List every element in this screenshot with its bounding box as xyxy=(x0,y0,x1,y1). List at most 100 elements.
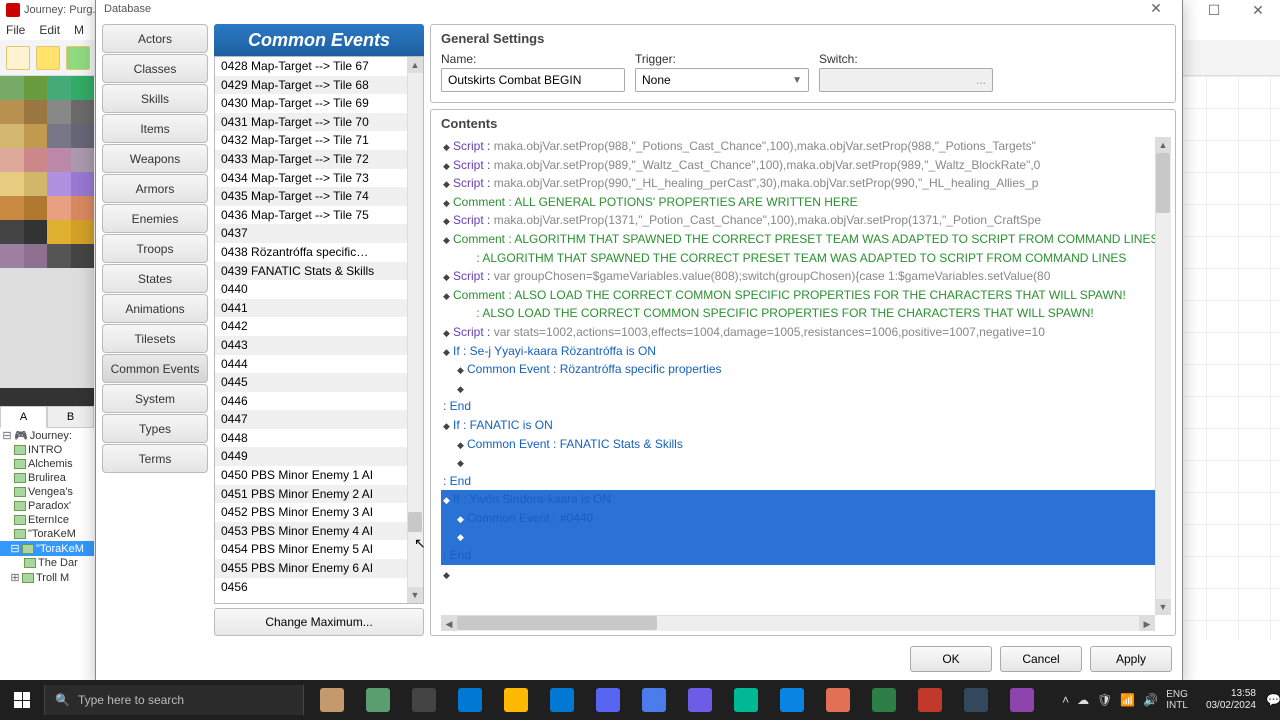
layer-tab-b[interactable]: B xyxy=(47,406,94,428)
list-item[interactable]: 0432 Map-Target --> Tile 71 xyxy=(215,131,407,150)
toolbar-btn-1[interactable] xyxy=(6,46,30,70)
scroll-left-icon[interactable]: ◀ xyxy=(441,616,457,631)
switch-select[interactable]: ... xyxy=(819,68,993,92)
scroll-up-icon[interactable]: ▲ xyxy=(1155,137,1171,153)
code-line[interactable]: ◆ xyxy=(441,565,1155,584)
name-input[interactable] xyxy=(441,68,625,92)
taskbar-app[interactable] xyxy=(1000,680,1044,720)
list-item[interactable]: 0455 PBS Minor Enemy 6 AI xyxy=(215,559,407,578)
tray-security-icon[interactable]: 🛡 xyxy=(1097,693,1112,707)
category-tab-types[interactable]: Types xyxy=(102,414,208,443)
code-line[interactable]: ◆ xyxy=(441,453,1155,472)
list-item[interactable]: 0451 PBS Minor Enemy 2 AI xyxy=(215,485,407,504)
menu-edit[interactable]: Edit xyxy=(39,23,60,37)
code-line[interactable]: ◆ xyxy=(441,379,1155,398)
code-line[interactable]: : End xyxy=(441,472,1155,491)
cancel-button[interactable]: Cancel xyxy=(1000,646,1082,672)
toolbar-btn-2[interactable] xyxy=(36,46,60,70)
code-line[interactable]: ◆Comment : ALSO LOAD THE CORRECT COMMON … xyxy=(441,286,1155,305)
code-line[interactable]: : End xyxy=(441,546,1155,565)
category-tab-states[interactable]: States xyxy=(102,264,208,293)
tray-volume-icon[interactable]: 🔊 xyxy=(1143,693,1158,707)
dialog-titlebar[interactable]: Database ✕ xyxy=(96,0,1182,20)
category-tab-system[interactable]: System xyxy=(102,384,208,413)
list-item[interactable]: 0444 xyxy=(215,355,407,374)
category-tab-animations[interactable]: Animations xyxy=(102,294,208,323)
code-line[interactable]: ◆Script : maka.objVar.setProp(989,"_Walt… xyxy=(441,156,1155,175)
code-line[interactable]: ◆Comment : ALGORITHM THAT SPAWNED THE CO… xyxy=(441,230,1155,249)
code-line[interactable]: ◆Script : maka.objVar.setProp(1371,"_Pot… xyxy=(441,211,1155,230)
trigger-select[interactable]: None ▼ xyxy=(635,68,809,92)
dialog-close-button[interactable]: ✕ xyxy=(1138,0,1174,18)
taskbar-search[interactable]: 🔍 Type here to search xyxy=(44,685,304,715)
list-item[interactable]: 0435 Map-Target --> Tile 74 xyxy=(215,187,407,206)
taskbar-app[interactable] xyxy=(908,680,952,720)
code-line[interactable]: ◆Comment : ALL GENERAL POTIONS' PROPERTI… xyxy=(441,193,1155,212)
taskbar-app[interactable] xyxy=(678,680,722,720)
list-item[interactable]: 0442 xyxy=(215,317,407,336)
scroll-down-icon[interactable]: ▼ xyxy=(407,587,423,603)
tray-lang[interactable]: ENG xyxy=(1166,689,1188,700)
maximize-button[interactable]: ☐ xyxy=(1192,0,1236,20)
list-item[interactable]: 0428 Map-Target --> Tile 67 xyxy=(215,57,407,76)
category-tab-common-events[interactable]: Common Events xyxy=(102,354,208,383)
close-button[interactable]: ✕ xyxy=(1236,0,1280,20)
code-line[interactable]: ◆ : ALGORITHM THAT SPAWNED THE CORRECT P… xyxy=(441,249,1155,268)
list-item[interactable]: 0430 Map-Target --> Tile 69 xyxy=(215,94,407,113)
list-item[interactable]: 0441 xyxy=(215,299,407,318)
scroll-down-icon[interactable]: ▼ xyxy=(1155,599,1171,615)
list-item[interactable]: 0433 Map-Target --> Tile 72 xyxy=(215,150,407,169)
event-list[interactable]: 0428 Map-Target --> Tile 670429 Map-Targ… xyxy=(214,56,424,604)
category-tab-classes[interactable]: Classes xyxy=(102,54,208,83)
taskbar-app[interactable] xyxy=(724,680,768,720)
taskbar-app[interactable] xyxy=(954,680,998,720)
change-maximum-button[interactable]: Change Maximum... xyxy=(214,608,424,636)
category-tab-armors[interactable]: Armors xyxy=(102,174,208,203)
category-tab-troops[interactable]: Troops xyxy=(102,234,208,263)
list-item[interactable]: 0456 xyxy=(215,578,407,597)
list-item[interactable]: 0440 xyxy=(215,280,407,299)
code-line[interactable]: ◆Common Event : #0440 xyxy=(441,509,1155,528)
list-item[interactable]: 0445 xyxy=(215,373,407,392)
code-line[interactable]: ◆Script : maka.objVar.setProp(988,"_Poti… xyxy=(441,137,1155,156)
code-line[interactable]: ◆ xyxy=(441,527,1155,546)
taskbar-app[interactable] xyxy=(540,680,584,720)
layer-tab-a[interactable]: A xyxy=(0,406,47,428)
list-item[interactable]: 0443 xyxy=(215,336,407,355)
scroll-right-icon[interactable]: ▶ xyxy=(1139,616,1155,631)
tray-kbd[interactable]: INTL xyxy=(1166,700,1188,711)
code-line[interactable]: ◆ : ALSO LOAD THE CORRECT COMMON SPECIFI… xyxy=(441,304,1155,323)
code-line[interactable]: ◆Script : var groupChosen=$gameVariables… xyxy=(441,267,1155,286)
code-line[interactable]: ◆If : Se-j Yyayi-kaara Rözantróffa is ON xyxy=(441,342,1155,361)
code-line[interactable]: ◆If : Yivón Sindora-kaara is ON xyxy=(441,490,1155,509)
tray-clock[interactable]: 13:58 03/02/2024 xyxy=(1196,688,1266,712)
list-item[interactable]: 0434 Map-Target --> Tile 73 xyxy=(215,169,407,188)
map-tree[interactable]: ⊟🎮Journey: INTRO Alchemis Brulirea Venge… xyxy=(0,428,94,642)
category-tab-enemies[interactable]: Enemies xyxy=(102,204,208,233)
code-line[interactable]: : End xyxy=(441,397,1155,416)
list-item[interactable]: 0446 xyxy=(215,392,407,411)
taskbar-app[interactable] xyxy=(770,680,814,720)
start-button[interactable] xyxy=(0,680,44,720)
event-code-area[interactable]: ◆Script : maka.objVar.setProp(988,"_Poti… xyxy=(441,137,1171,631)
list-item[interactable]: 0431 Map-Target --> Tile 70 xyxy=(215,113,407,132)
tray-chevron-icon[interactable]: ˄ xyxy=(1062,693,1069,707)
list-item[interactable]: 0447 xyxy=(215,410,407,429)
code-line[interactable]: ◆If : FANATIC is ON xyxy=(441,416,1155,435)
list-item[interactable]: 0448 xyxy=(215,429,407,448)
taskbar-app[interactable] xyxy=(494,680,538,720)
apply-button[interactable]: Apply xyxy=(1090,646,1172,672)
list-scroll-thumb[interactable] xyxy=(408,512,422,532)
taskbar-app[interactable] xyxy=(816,680,860,720)
code-line[interactable]: ◆Script : var stats=1002,actions=1003,ef… xyxy=(441,323,1155,342)
taskbar-app[interactable] xyxy=(356,680,400,720)
taskbar-app[interactable] xyxy=(402,680,446,720)
taskbar-app[interactable] xyxy=(862,680,906,720)
list-item[interactable]: 0429 Map-Target --> Tile 68 xyxy=(215,76,407,95)
code-hscrollbar[interactable]: ◀ ▶ xyxy=(441,615,1155,631)
list-item[interactable]: 0439 FANATIC Stats & Skills xyxy=(215,262,407,281)
code-vscrollbar[interactable]: ▲ ▼ xyxy=(1155,137,1171,615)
list-scrollbar[interactable]: ▲ ▼ xyxy=(407,57,423,603)
taskbar-app[interactable] xyxy=(448,680,492,720)
notifications-icon[interactable]: 💬 xyxy=(1266,693,1280,707)
